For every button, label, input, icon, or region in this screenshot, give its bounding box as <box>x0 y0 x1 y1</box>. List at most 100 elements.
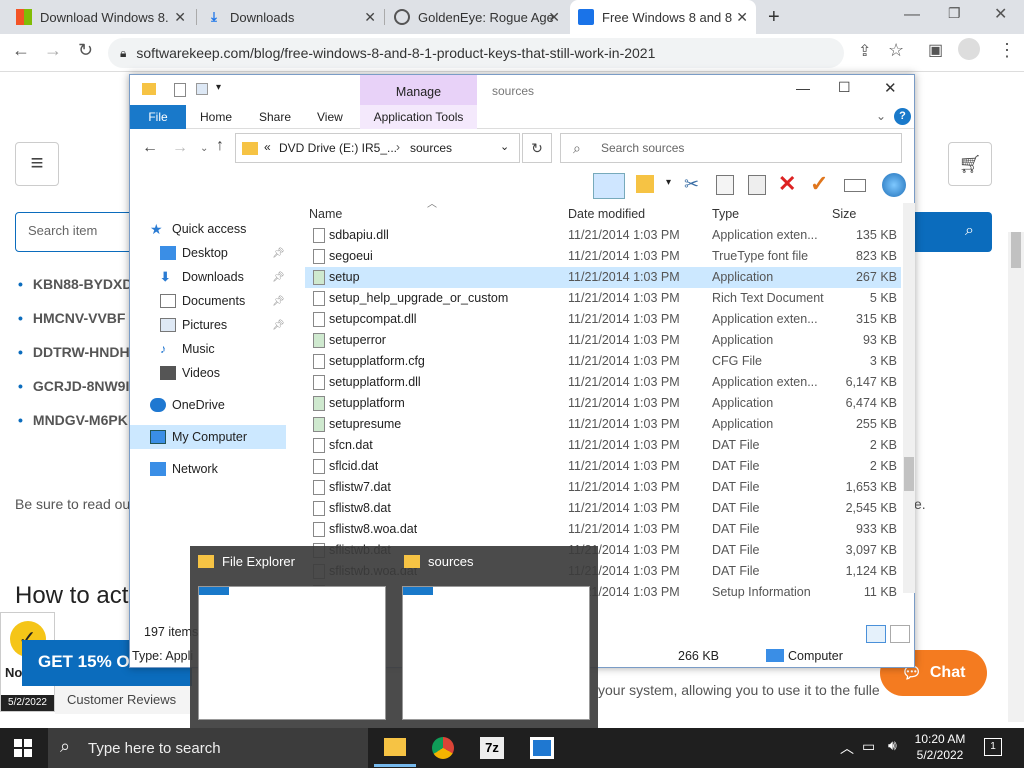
properties-icon[interactable] <box>174 83 186 97</box>
file-row[interactable]: segoeui 11/21/2014 1:03 PM TrueType font f… <box>305 246 901 267</box>
cut-icon[interactable]: ✂ <box>684 174 699 195</box>
site-search-input[interactable]: Search item <box>15 212 145 252</box>
file-row[interactable]: sflistw8.woa.dat 11/21/2014 1:03 PM DAT Fi… <box>305 519 901 540</box>
tab-home[interactable]: Home <box>190 105 242 129</box>
address-bar[interactable]: 🔒︎ softwarekeep.com/blog/free-windows-8-… <box>108 38 844 68</box>
column-header-type[interactable]: Type <box>712 203 739 225</box>
recent-dropdown-icon[interactable]: ⌄ <box>200 143 208 154</box>
close-icon[interactable]: ✕ <box>548 9 560 26</box>
file-row[interactable]: setupcompat.dll 11/21/2014 1:03 PM Applica… <box>305 309 901 330</box>
chevron-up-icon[interactable]: ︿ <box>840 738 854 758</box>
file-row[interactable]: setup 11/21/2014 1:03 PM Application 267 KB <box>305 267 901 288</box>
close-icon[interactable]: ✕ <box>364 9 376 26</box>
tab-file[interactable]: File <box>130 105 186 129</box>
pin-icon[interactable]: 📌︎ <box>272 296 285 307</box>
profile-avatar-icon[interactable] <box>958 38 980 60</box>
start-windows-icon[interactable] <box>14 739 32 757</box>
new-tab-button[interactable]: + <box>760 0 788 34</box>
network-tray-icon[interactable]: ▭ <box>862 738 875 755</box>
help-icon[interactable]: ? <box>894 108 911 125</box>
nav-desktop[interactable]: Desktop <box>160 242 228 264</box>
file-row[interactable]: setupplatform 11/21/2014 1:03 PM Applicati… <box>305 393 901 414</box>
forward-icon[interactable]: → <box>44 40 62 61</box>
site-search-button[interactable]: ⌕ <box>912 212 992 252</box>
thumbnail-file-explorer[interactable] <box>198 586 386 720</box>
nav-documents[interactable]: Documents <box>160 290 245 312</box>
list-scrollbar[interactable] <box>903 203 915 593</box>
bookmark-star-icon[interactable]: ☆ <box>888 40 904 61</box>
thumbnail-sources[interactable] <box>402 586 590 720</box>
file-row[interactable]: sflcid.dat 11/21/2014 1:03 PM DAT File 2 KB <box>305 456 901 477</box>
back-icon[interactable]: ← <box>12 40 30 61</box>
reload-icon[interactable]: ↻ <box>78 40 93 61</box>
nav-my-computer[interactable]: My Computer <box>150 426 247 448</box>
quick-access-dropdown-icon[interactable]: ▾ <box>216 82 221 93</box>
back-icon[interactable]: ← <box>142 139 158 157</box>
manage-context-tab[interactable]: Manage <box>360 75 477 105</box>
app-window-icon[interactable] <box>530 737 554 759</box>
nav-onedrive[interactable]: OneDrive <box>150 394 225 416</box>
dropdown-icon[interactable]: ▾ <box>666 177 671 188</box>
list-scrollbar-thumb[interactable] <box>904 457 914 491</box>
clock[interactable]: 10:20 AM 5/2/2022 <box>910 731 970 763</box>
file-row[interactable]: setupplatform.dll 11/21/2014 1:03 PM Appli… <box>305 372 901 393</box>
nav-downloads[interactable]: ⬇ Downloads <box>160 266 244 288</box>
hamburger-menu-icon[interactable]: ≡ <box>15 142 59 186</box>
minimize-icon[interactable]: — <box>796 80 810 96</box>
page-scrollbar-thumb[interactable] <box>1011 232 1021 268</box>
nav-network[interactable]: Network <box>150 458 218 480</box>
pin-icon[interactable]: 📌︎ <box>272 320 285 331</box>
preview-title-file-explorer[interactable]: File Explorer <box>198 554 295 569</box>
tab-share[interactable]: Share <box>249 105 301 129</box>
cart-icon[interactable]: 🛒︎ <box>948 142 992 186</box>
nav-pictures[interactable]: Pictures <box>160 314 227 336</box>
close-window-icon[interactable]: ✕ <box>994 4 1007 24</box>
file-row[interactable]: setup_help_upgrade_or_custom 11/21/2014 1… <box>305 288 901 309</box>
share-icon[interactable]: ⇪ <box>858 41 871 61</box>
pin-icon[interactable]: 📌︎ <box>272 272 285 283</box>
menu-dots-icon[interactable]: ⋮ <box>998 40 1016 61</box>
details-view-icon[interactable] <box>866 625 886 643</box>
nav-quick-access[interactable]: ★ Quick access <box>150 218 246 240</box>
tab-free-windows[interactable]: Free Windows 8 and 8 ✕ <box>570 0 756 34</box>
forward-icon[interactable]: → <box>172 139 188 157</box>
taskbar-search-box[interactable]: ⌕ Type here to search <box>48 728 368 768</box>
preview-title-sources[interactable]: sources <box>404 554 474 569</box>
7zip-icon[interactable]: 7z <box>480 737 504 759</box>
refresh-button[interactable]: ↻ <box>522 133 552 163</box>
address-segment-sources[interactable]: sources <box>410 141 452 155</box>
column-header-date[interactable]: Date modified <box>568 203 645 225</box>
customer-reviews-tab[interactable]: Customer Reviews <box>55 686 205 714</box>
nav-videos[interactable]: Videos <box>160 362 220 384</box>
close-icon[interactable]: ✕ <box>174 9 186 26</box>
rename-icon[interactable] <box>844 179 866 192</box>
new-folder-icon[interactable] <box>196 83 208 95</box>
minimize-icon[interactable]: — <box>904 6 920 24</box>
file-row[interactable]: setupresume 11/21/2014 1:03 PM Application… <box>305 414 901 435</box>
copy-icon[interactable] <box>716 175 734 195</box>
globe-icon[interactable] <box>882 173 906 197</box>
column-header-size[interactable]: Size <box>832 203 856 225</box>
chrome-icon[interactable] <box>432 737 454 759</box>
file-row[interactable]: setuperror 11/21/2014 1:03 PM Application 9… <box>305 330 901 351</box>
delete-icon[interactable]: ✕ <box>778 171 796 197</box>
restore-icon[interactable]: ❐ <box>948 5 961 22</box>
nav-music[interactable]: ♪ Music <box>160 338 215 360</box>
view-pane-icon[interactable] <box>593 173 625 199</box>
file-row[interactable]: sflistw8.dat 11/21/2014 1:03 PM DAT File 2,… <box>305 498 901 519</box>
address-box[interactable]: « DVD Drive (E:) IR5_... › sources ⌄ <box>235 133 520 163</box>
notification-icon[interactable]: 1 <box>984 738 1002 756</box>
ribbon-expand-icon[interactable]: ⌄ <box>876 109 886 123</box>
up-icon[interactable]: ↑ <box>216 137 224 155</box>
file-row[interactable]: sflistw7.dat 11/21/2014 1:03 PM DAT File 1,… <box>305 477 901 498</box>
maximize-icon[interactable]: ☐ <box>838 79 851 96</box>
page-scrollbar[interactable] <box>1008 232 1024 722</box>
close-icon[interactable]: ✕ <box>884 79 897 97</box>
tab-view[interactable]: View <box>307 105 353 129</box>
file-row[interactable]: sfcn.dat 11/21/2014 1:03 PM DAT File 2 KB <box>305 435 901 456</box>
tab-downloads[interactable]: ⤓ Downloads ✕ <box>198 0 384 34</box>
address-dropdown-icon[interactable]: ⌄ <box>500 140 509 153</box>
sidepanel-icon[interactable]: ▣ <box>928 40 943 60</box>
explorer-search-input[interactable]: ⌕ Search sources <box>560 133 902 163</box>
address-segment-drive[interactable]: DVD Drive (E:) IR5_... <box>279 141 397 155</box>
